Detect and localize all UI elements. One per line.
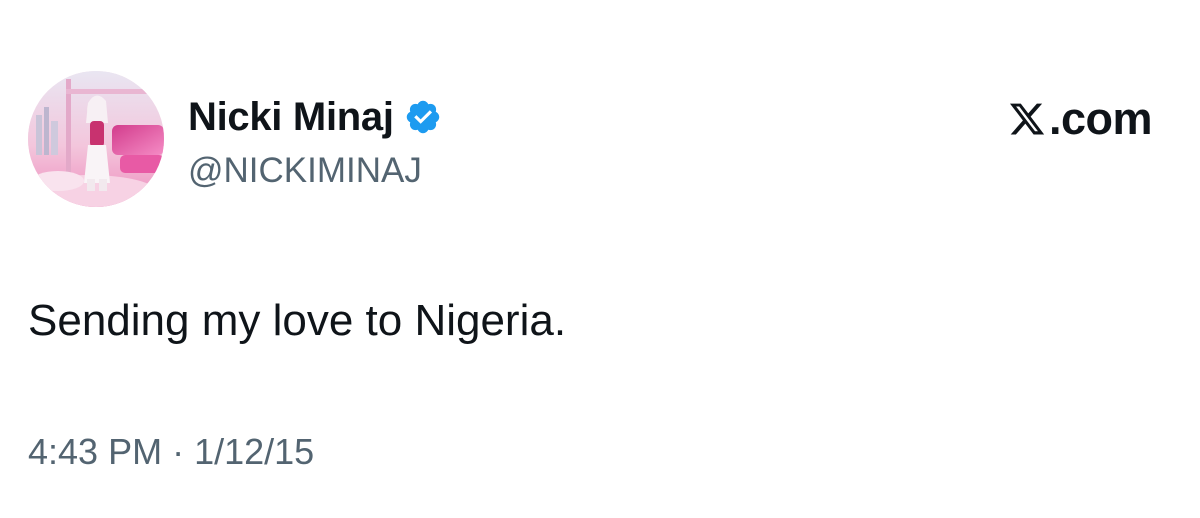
tweet-text: Sending my love to Nigeria. bbox=[28, 296, 567, 345]
display-name[interactable]: Nicki Minaj bbox=[188, 92, 394, 142]
avatar[interactable] bbox=[28, 71, 164, 207]
tweet-timestamp[interactable]: 4:43 PM · 1/12/15 bbox=[28, 428, 314, 476]
avatar-image bbox=[28, 71, 164, 207]
meta-separator: · bbox=[172, 431, 185, 472]
author-name-row: Nicki Minaj bbox=[188, 92, 442, 142]
author-handle[interactable]: @NICKIMINAJ bbox=[188, 149, 422, 193]
verified-badge-icon[interactable] bbox=[404, 98, 442, 136]
tweet-time: 4:43 PM bbox=[28, 431, 163, 472]
x-logo-icon bbox=[1008, 100, 1046, 138]
x-brand-text: .com bbox=[1048, 93, 1153, 144]
tweet-date: 1/12/15 bbox=[194, 431, 315, 472]
x-brand: .com bbox=[1008, 92, 1153, 146]
tweet-card: Nicki Minaj @NICKIMINAJ .com Sending my … bbox=[0, 0, 1200, 518]
